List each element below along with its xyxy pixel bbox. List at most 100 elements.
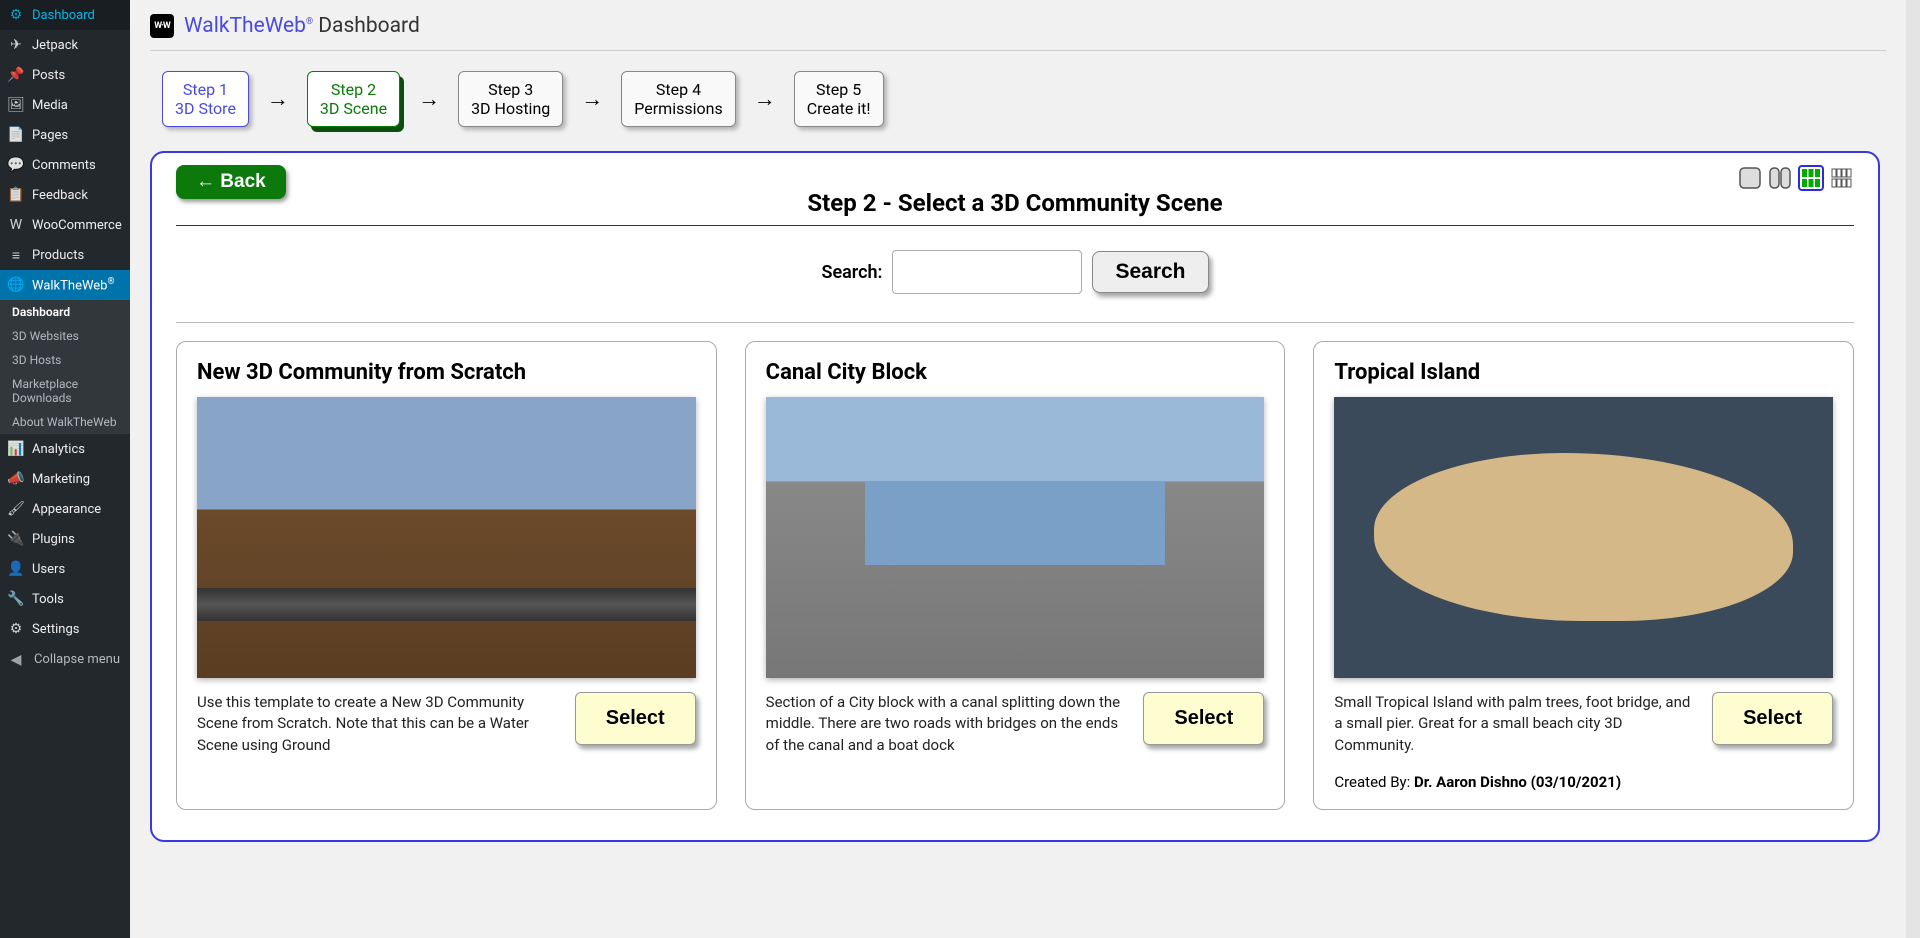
card-description: Use this template to create a New 3D Com…	[197, 692, 563, 757]
sidebar-submenu-walktheweb: Dashboard 3D Websites 3D Hosts Marketpla…	[0, 300, 130, 434]
scene-card-canal-city: Canal City Block Section of a City block…	[745, 341, 1286, 810]
sidebar-item-posts[interactable]: 📌 Posts	[0, 60, 130, 90]
sidebar-label: Jetpack	[32, 38, 78, 53]
sidebar-label: Appearance	[32, 502, 101, 517]
layout-single-icon[interactable]	[1738, 166, 1762, 190]
sidebar-item-comments[interactable]: 💬 Comments	[0, 150, 130, 180]
select-button[interactable]: Select	[1143, 692, 1264, 745]
sidebar-item-pages[interactable]: 📄 Pages	[0, 120, 130, 150]
arrow-icon: →	[267, 86, 289, 112]
sidebar-item-plugins[interactable]: 🔌 Plugins	[0, 524, 130, 554]
sidebar-item-tools[interactable]: 🔧Tools	[0, 584, 130, 614]
marketing-icon: 📣	[8, 471, 24, 487]
back-button[interactable]: ← Back	[176, 165, 286, 199]
sidebar-item-appearance[interactable]: 🖌 Appearance	[0, 494, 130, 524]
sidebar-label: Plugins	[32, 532, 75, 547]
scene-card-tropical-island: Tropical Island Small Tropical Island wi…	[1313, 341, 1854, 810]
arrow-icon: →	[754, 86, 776, 112]
sidebar-label: Dashboard	[32, 8, 95, 23]
divider	[176, 322, 1854, 323]
collapse-icon: ◀	[8, 652, 24, 668]
search-label: Search:	[821, 262, 882, 283]
select-button[interactable]: Select	[575, 692, 696, 745]
card-description: Small Tropical Island with palm trees, f…	[1334, 692, 1700, 757]
arrow-icon: →	[418, 86, 440, 112]
page-header: W·W WalkTheWeb® Dashboard	[150, 0, 1886, 51]
step-3-3d-hosting[interactable]: Step 33D Hosting	[458, 71, 563, 127]
scene-preview-image	[197, 397, 696, 678]
card-title: Canal City Block	[766, 360, 1265, 385]
sidebar-label: Comments	[32, 158, 96, 173]
card-title: New 3D Community from Scratch	[197, 360, 696, 385]
sidebar-item-feedback[interactable]: 📋Feedback	[0, 180, 130, 210]
main-content: W·W WalkTheWeb® Dashboard Step 13D Store…	[130, 0, 1906, 938]
dashboard-icon: ⚙	[8, 7, 24, 23]
sidebar-label: WooCommerce	[32, 218, 122, 233]
woocommerce-icon: W	[8, 217, 24, 233]
jetpack-icon: ✈	[8, 37, 24, 53]
sidebar-item-analytics[interactable]: 📊 Analytics	[0, 434, 130, 464]
step-1-3d-store[interactable]: Step 13D Store	[162, 71, 249, 127]
wp-admin-sidebar: ⚙ Dashboard ✈ Jetpack 📌 Posts 🖼 Media 📄 Pages…	[0, 0, 130, 938]
users-icon: 👤	[8, 561, 24, 577]
collapse-menu-button[interactable]: ◀ Collapse menu	[0, 644, 130, 677]
page-title: WalkTheWeb® Dashboard	[184, 14, 420, 38]
sidebar-sub-marketplace[interactable]: Marketplace Downloads	[0, 372, 130, 410]
scene-preview-image	[1334, 397, 1833, 678]
sidebar-item-woocommerce[interactable]: W WooCommerce	[0, 210, 130, 240]
sidebar-sub-dashboard[interactable]: Dashboard	[0, 300, 130, 324]
globe-icon: 🌐	[8, 277, 24, 293]
scene-card-new-community: New 3D Community from Scratch Use this t…	[176, 341, 717, 810]
arrow-icon: →	[581, 86, 603, 112]
sidebar-sub-about[interactable]: About WalkTheWeb	[0, 410, 130, 434]
sidebar-label: Users	[32, 562, 65, 577]
sidebar-label: Tools	[32, 592, 64, 607]
sidebar-item-dashboard[interactable]: ⚙ Dashboard	[0, 0, 130, 30]
sidebar-label: Pages	[32, 128, 68, 143]
step-4-permissions[interactable]: Step 4Permissions	[621, 71, 735, 127]
sidebar-label: Products	[32, 248, 84, 263]
step-5-create-it[interactable]: Step 5Create it!	[794, 71, 884, 127]
sidebar-item-settings[interactable]: ⚙ Settings	[0, 614, 130, 644]
layout-switcher	[1738, 165, 1854, 191]
search-button[interactable]: Search	[1092, 251, 1208, 293]
pages-icon: 📄	[8, 127, 24, 143]
appearance-icon: 🖌	[8, 501, 24, 517]
comments-icon: 💬	[8, 157, 24, 173]
sidebar-label: Marketing	[32, 472, 90, 487]
sidebar-item-jetpack[interactable]: ✈ Jetpack	[0, 30, 130, 60]
sidebar-sub-3d-hosts[interactable]: 3D Hosts	[0, 348, 130, 372]
sidebar-label: Feedback	[32, 188, 88, 203]
sidebar-item-media[interactable]: 🖼 Media	[0, 90, 130, 120]
media-icon: 🖼	[8, 97, 24, 113]
step-2-3d-scene[interactable]: Step 23D Scene	[307, 71, 400, 127]
search-row: Search: Search	[176, 250, 1854, 294]
select-button[interactable]: Select	[1712, 692, 1833, 745]
analytics-icon: 📊	[8, 441, 24, 457]
sidebar-item-users[interactable]: 👤 Users	[0, 554, 130, 584]
sidebar-sub-3d-websites[interactable]: 3D Websites	[0, 324, 130, 348]
layout-grid4-icon[interactable]	[1830, 166, 1854, 190]
sidebar-label: Media	[32, 98, 68, 113]
right-scrollbar-gutter	[1906, 0, 1920, 938]
sidebar-item-products[interactable]: ≡Products	[0, 240, 130, 270]
sidebar-label: WalkTheWeb®	[32, 277, 115, 293]
settings-icon: ⚙	[8, 621, 24, 637]
layout-grid3-icon[interactable]	[1798, 165, 1824, 191]
sidebar-item-marketing[interactable]: 📣 Marketing	[0, 464, 130, 494]
collapse-label: Collapse menu	[32, 652, 122, 669]
brand-link[interactable]: WalkTheWeb®	[184, 14, 313, 38]
scene-preview-image	[766, 397, 1265, 678]
search-input[interactable]	[892, 250, 1082, 294]
scene-cards: New 3D Community from Scratch Use this t…	[176, 341, 1854, 810]
sidebar-label: Settings	[32, 622, 79, 637]
sidebar-label: Analytics	[32, 442, 85, 457]
plugins-icon: 🔌	[8, 531, 24, 547]
sidebar-item-walktheweb[interactable]: 🌐 WalkTheWeb®	[0, 270, 130, 300]
sidebar-label: Posts	[32, 68, 65, 83]
divider	[176, 225, 1854, 226]
layout-double-icon[interactable]	[1768, 166, 1792, 190]
pin-icon: 📌	[8, 67, 24, 83]
wizard-steps: Step 13D Store → Step 23D Scene → Step 3…	[150, 51, 1886, 151]
panel-title: Step 2 - Select a 3D Community Scene	[176, 189, 1854, 217]
